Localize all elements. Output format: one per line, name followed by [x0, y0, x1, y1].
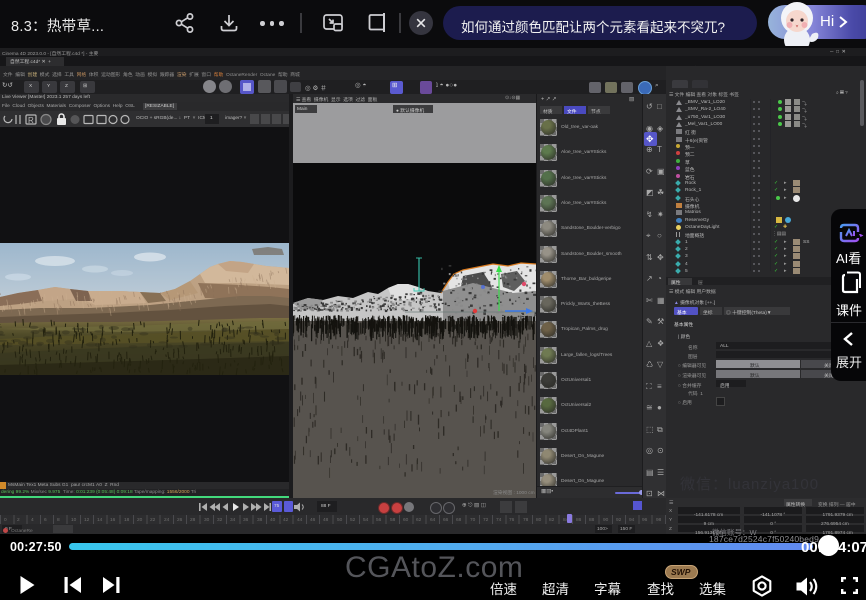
- svg-text:R: R: [28, 116, 34, 125]
